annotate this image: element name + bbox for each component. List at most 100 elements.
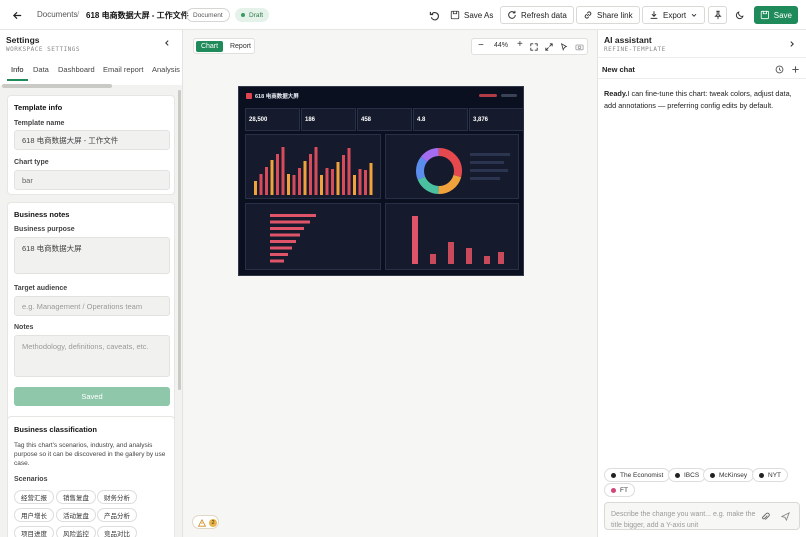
view-tab-chart[interactable]: Chart [196,41,223,52]
camera-icon[interactable] [575,43,584,51]
attach-icon[interactable] [761,512,770,522]
pin-button[interactable] [708,6,727,24]
issue-count: 2 [209,518,217,527]
chat-input-placeholder: Describe the change you want... e.g. mak… [611,511,756,529]
save-as-button[interactable]: Save As [448,6,496,24]
style-chip-ft[interactable]: FT [604,483,635,497]
scenario-chip[interactable]: 产品分析 [97,508,137,522]
undo-button[interactable] [426,7,442,23]
scenario-chip[interactable]: 销售复盘 [56,490,96,504]
thumbnail-bar [347,148,351,195]
zoom-out-icon[interactable]: − [478,40,484,51]
thumbnail-bar [270,259,284,263]
style-chip-ibcs[interactable]: IBCS [668,468,707,482]
save-as-icon [450,10,460,20]
thumbnail-bar [309,154,312,195]
style-chip-label: NYT [768,471,781,479]
thumbnail-bar [303,161,307,195]
thumbnail-bar [498,252,504,264]
style-chip-economist[interactable]: The Economist [604,468,671,482]
breadcrumb-separator: / [77,10,80,19]
vertical-scrollbar[interactable] [178,90,181,390]
tab-info[interactable]: Info [11,65,24,74]
send-icon[interactable] [781,512,790,521]
theme-toggle-button[interactable] [732,7,748,23]
thumbnail-bar [298,168,301,195]
save-button[interactable]: Save [754,6,798,24]
back-button[interactable] [9,7,25,23]
dashboard-title: 618 电商数据大屏 [255,94,299,100]
zoom-level: 44% [494,42,509,49]
thumbnail-bar [287,174,290,195]
saved-button[interactable]: Saved [14,387,170,406]
status-label: Draft [249,11,264,19]
thumbnail-bar [430,254,436,264]
kpi-value: 458 [361,117,372,123]
breadcrumb-documents[interactable]: Documents [37,10,77,19]
template-name-input[interactable]: 618 电商数据大屏 - 工作文件 [14,130,170,150]
timestamp-pill [501,94,517,97]
dot-icon [611,487,616,493]
collapse-panel-button[interactable] [161,37,173,49]
thumbnail-bar [270,160,274,195]
refresh-icon [508,10,516,19]
template-name-label: Template name [14,120,65,127]
style-chip-mckinsey[interactable]: McKinsey [703,468,755,482]
history-icon[interactable] [775,65,784,74]
kpi-card: 186 [301,108,356,131]
scenario-chip[interactable]: 财务分析 [97,490,137,504]
share-link-button[interactable]: Share link [576,6,640,24]
zoom-in-icon[interactable]: + [517,39,523,50]
dashboard-preview[interactable]: 618 电商数据大屏 28,500 186 458 4.8 3,876 [238,86,524,276]
view-tab-report[interactable]: Report [227,41,254,52]
dot-icon [710,472,715,478]
horizontal-scrollbar[interactable] [2,84,112,88]
target-audience-input[interactable]: e.g. Management / Operations team [14,296,170,316]
collapse-assistant-button[interactable] [786,38,798,50]
chart-type-label: Chart type [14,159,49,166]
scenario-chip[interactable]: 活动复盘 [56,508,96,522]
issues-badge[interactable]: 2 [192,515,219,529]
thumbnail-bar [448,242,454,264]
scenario-chip[interactable]: 项目进度 [14,526,54,537]
tab-analysis[interactable]: Analysis [152,65,180,74]
chat-input[interactable]: Describe the change you want... e.g. mak… [604,502,800,530]
hbar-chart-panel [245,203,381,270]
settings-panel: Settings WORKSPACE SETTINGS Info Data Da… [0,30,183,537]
export-button[interactable]: Export [642,6,706,24]
fullscreen-icon[interactable] [545,43,553,51]
business-purpose-textarea[interactable]: 618 电商数据大屏 [14,237,170,274]
thumbnail-bar [292,175,296,195]
chevron-down-icon [691,13,697,17]
thumbnail-bar [281,147,285,195]
scenario-chip[interactable]: 经营汇报 [14,490,54,504]
thumbnail-bar [259,174,263,195]
thumbnail-bar [336,162,340,195]
tab-email-report[interactable]: Email report [103,65,143,74]
new-chat-label[interactable]: New chat [602,65,635,74]
scenario-chip[interactable]: 竞品对比 [97,526,137,537]
kpi-card: 458 [357,108,412,131]
tab-dashboard[interactable]: Dashboard [58,65,95,74]
status-dot-icon [241,13,245,17]
plus-icon[interactable] [791,65,800,74]
view-switcher: Chart Report [193,38,255,54]
thumbnail-bar [331,169,334,195]
tab-data[interactable]: Data [33,65,49,74]
thumbnail-bar [353,175,356,195]
document-title[interactable]: 618 电商数据大屏 - 工作文件 [86,10,189,21]
pointer-icon[interactable] [560,43,568,51]
notes-textarea[interactable]: Methodology, definitions, caveats, etc. [14,335,170,377]
style-chip-nyt[interactable]: NYT [752,468,788,482]
scenario-chip[interactable]: 风险监控 [56,526,96,537]
link-icon [584,11,592,19]
settings-title: Settings [6,35,40,45]
scenario-chip[interactable]: 用户增长 [14,508,54,522]
fit-screen-icon[interactable] [530,43,538,51]
refresh-data-button[interactable]: Refresh data [500,6,574,24]
chart-type-field[interactable]: bar [14,170,170,190]
classification-description: Tag this chart's scenarios, industry, an… [14,442,166,467]
save-icon [760,10,769,20]
bar-chart-thumbnail [254,147,373,195]
warning-icon [198,519,206,527]
